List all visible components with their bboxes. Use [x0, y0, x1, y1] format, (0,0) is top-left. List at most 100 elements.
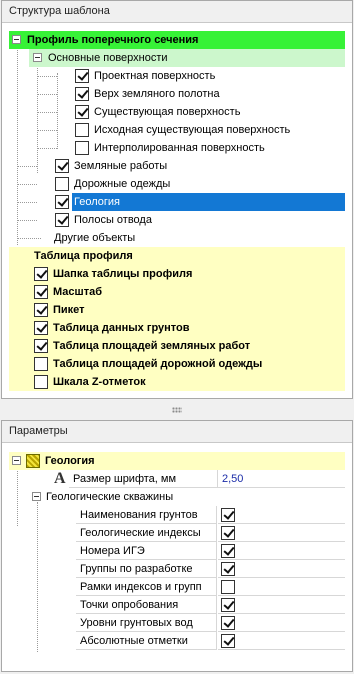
checkbox[interactable] [34, 357, 48, 371]
tree-item-profile-table-header[interactable]: Шапка таблицы профиля [9, 265, 345, 283]
checkbox[interactable] [34, 339, 48, 353]
property-label: Точки опробования [80, 599, 179, 611]
tree-item-main-surfaces[interactable]: Основные поверхности [29, 49, 345, 67]
property-geologic-indices[interactable]: Геологические индексы [9, 524, 345, 542]
property-index-frames[interactable]: Рамки индексов и групп [9, 578, 345, 596]
property-soil-names[interactable]: Наименования грунтов [9, 506, 345, 524]
property-ige-numbers[interactable]: Номера ИГЭ [9, 542, 345, 560]
parameters-title: Параметры [2, 421, 352, 443]
checkbox[interactable] [34, 375, 48, 389]
property-name-cell: Абсолютные отметки [76, 632, 217, 650]
template-structure-title: Структура шаблона [2, 1, 352, 23]
tree-item-profile-table[interactable]: Таблица профиля [9, 247, 345, 265]
checkbox[interactable] [221, 526, 235, 540]
checkbox[interactable] [34, 285, 48, 299]
property-name-cell: Рамки индексов и групп [76, 578, 217, 596]
tree-item-right-of-way[interactable]: Полосы отвода [9, 211, 345, 229]
tree-item-label: Интерполированная поверхность [94, 142, 265, 154]
panel-splitter[interactable] [0, 404, 354, 416]
tree-item-existing-surface[interactable]: Существующая поверхность [9, 103, 345, 121]
property-value-cell[interactable] [218, 506, 345, 524]
property-value-cell[interactable] [218, 542, 345, 560]
tree-item-label: Пикет [53, 304, 85, 316]
checkbox[interactable] [75, 105, 89, 119]
tree-item-pavement-areas-table[interactable]: Таблица площадей дорожной одежды [9, 355, 345, 373]
property-value-cell[interactable] [218, 560, 345, 578]
checkbox[interactable] [221, 616, 235, 630]
property-value-cell[interactable] [218, 614, 345, 632]
tree-item-label: Таблица профиля [34, 250, 133, 262]
checkbox[interactable] [221, 544, 235, 558]
tree-item-geology[interactable]: Геология [9, 193, 345, 211]
tree-item-cross-section-profile[interactable]: Профиль поперечного сечения [9, 31, 345, 49]
tree-item-label: Другие объекты [54, 232, 136, 244]
checkbox[interactable] [221, 580, 235, 594]
tree-item-interpolated-surface[interactable]: Интерполированная поверхность [9, 139, 345, 157]
property-value-cell[interactable] [218, 524, 345, 542]
property-label: Абсолютные отметки [80, 635, 188, 647]
property-groundwater-levels[interactable]: Уровни грунтовых вод [9, 614, 345, 632]
checkbox[interactable] [75, 69, 89, 83]
checkbox[interactable] [221, 598, 235, 612]
checkbox[interactable] [75, 141, 89, 155]
checkbox[interactable] [221, 634, 235, 648]
checkbox[interactable] [55, 159, 69, 173]
property-label: Группы по разработке [80, 563, 193, 575]
collapse-minus-icon[interactable] [12, 35, 21, 44]
checkbox[interactable] [34, 321, 48, 335]
tree-item-subgrade-top[interactable]: Верх земляного полотна [9, 85, 345, 103]
collapse-minus-icon[interactable] [12, 456, 21, 465]
property-name-cell: Группы по разработке [76, 560, 217, 578]
checkbox[interactable] [34, 303, 48, 317]
checkbox[interactable] [221, 562, 235, 576]
property-label: Рамки индексов и групп [80, 581, 202, 593]
property-value-cell[interactable] [218, 578, 345, 596]
property-font-size[interactable]: A Размер шрифта, мм 2,50 [9, 470, 345, 488]
tree-item-original-existing-surface[interactable]: Исходная существующая поверхность [9, 121, 345, 139]
tree-item-pavements[interactable]: Дорожные одежды [9, 175, 345, 193]
collapse-minus-icon[interactable] [33, 53, 42, 62]
checkbox[interactable] [55, 213, 69, 227]
checkbox[interactable] [55, 177, 69, 191]
property-name-cell: Наименования грунтов [76, 506, 217, 524]
property-name-cell: Номера ИГЭ [76, 542, 217, 560]
tree-item-label: Таблица площадей дорожной одежды [53, 358, 263, 370]
property-excavation-groups[interactable]: Группы по разработке [9, 560, 345, 578]
tree-item-scale[interactable]: Масштаб [9, 283, 345, 301]
splitter-grip-icon[interactable] [172, 407, 182, 413]
tree-item-label: Основные поверхности [48, 52, 168, 64]
tree-item-label: Шапка таблицы профиля [53, 268, 193, 280]
checkbox[interactable] [55, 195, 69, 209]
property-label: Размер шрифта, мм [73, 473, 177, 485]
property-sampling-points[interactable]: Точки опробования [9, 596, 345, 614]
property-value-cell[interactable] [218, 596, 345, 614]
tree-item-label: Профиль поперечного сечения [27, 34, 199, 46]
tree-item-soil-data-table[interactable]: Таблица данных грунтов [9, 319, 345, 337]
tree-item-label: Геология [74, 196, 120, 208]
checkbox[interactable] [221, 508, 235, 522]
checkbox[interactable] [75, 87, 89, 101]
parameters-panel: Параметры Геология A Размер шрифта, мм 2… [1, 420, 353, 672]
collapse-minus-icon[interactable] [32, 492, 41, 501]
tree-item-label: Масштаб [53, 286, 103, 298]
tree-item-label: Полосы отвода [74, 214, 152, 226]
checkbox[interactable] [34, 267, 48, 281]
font-size-value[interactable]: 2,50 [222, 473, 243, 485]
tree-item-z-scale[interactable]: Шкала Z-отметок [9, 373, 345, 391]
property-value-cell[interactable] [218, 632, 345, 650]
group-boreholes[interactable]: Геологические скважины [9, 488, 345, 506]
group-geology[interactable]: Геология [9, 452, 345, 470]
tree-item-other-objects[interactable]: Другие объекты [9, 229, 345, 247]
property-label: Наименования грунтов [80, 509, 198, 521]
property-absolute-elevations[interactable]: Абсолютные отметки [9, 632, 345, 650]
tree-item-label: Шкала Z-отметок [53, 376, 146, 388]
tree-item-label: Исходная существующая поверхность [94, 124, 291, 136]
checkbox[interactable] [75, 123, 89, 137]
tree-item-design-surface[interactable]: Проектная поверхность [9, 67, 345, 85]
property-label: Уровни грунтовых вод [80, 617, 193, 629]
tree-item-earthwork-areas-table[interactable]: Таблица площадей земляных работ [9, 337, 345, 355]
tree-item-earthworks[interactable]: Земляные работы [9, 157, 345, 175]
tree-item-label: Таблица площадей земляных работ [53, 340, 251, 352]
property-value-cell[interactable]: 2,50 [218, 470, 345, 488]
tree-item-picket[interactable]: Пикет [9, 301, 345, 319]
